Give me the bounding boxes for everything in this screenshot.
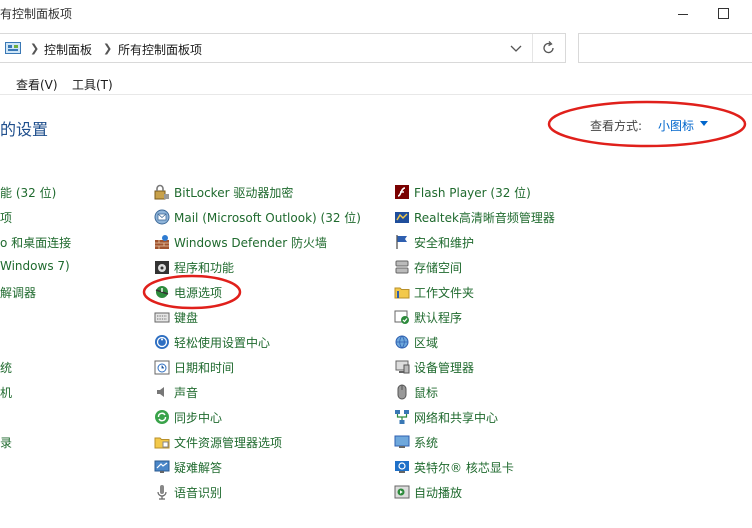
folder-options-icon [154, 437, 170, 449]
menu-tools[interactable]: 工具(T) [72, 76, 113, 93]
microphone-icon [157, 485, 167, 500]
minimize-icon [678, 14, 688, 15]
flash-icon [395, 185, 409, 199]
region-icon [395, 335, 409, 349]
ease-of-access-icon [155, 335, 169, 349]
breadcrumb-separator-icon[interactable]: ❯ [103, 42, 112, 55]
device-manager-icon [395, 360, 410, 374]
title-bar: 有控制面板项 [0, 0, 752, 30]
bitlocker-icon [154, 184, 169, 200]
control-panel-icon [5, 42, 21, 54]
default-programs-icon [394, 310, 409, 324]
maximize-icon [718, 8, 729, 19]
window-title: 有控制面板项 [0, 7, 73, 21]
breadcrumb-control-panel[interactable]: 控制面板 [44, 41, 92, 58]
realtek-icon [395, 212, 409, 223]
power-icon [155, 286, 169, 298]
sync-icon [155, 410, 169, 424]
breadcrumb-separator-icon[interactable]: ❯ [30, 42, 39, 55]
dropdown-arrow-icon[interactable] [700, 121, 708, 126]
view-by-dropdown[interactable]: 小图标 [658, 117, 694, 134]
minimize-button[interactable] [660, 0, 706, 30]
menu-view[interactable]: 查看(V) [16, 76, 58, 93]
maximize-button[interactable] [706, 0, 752, 30]
address-divider [532, 34, 533, 62]
red-annotation-circle-view-by [547, 100, 747, 148]
speaker-icon [157, 387, 164, 397]
menu-bar: 查看(V) 工具(T) [0, 70, 752, 95]
intel-graphics-icon [395, 461, 409, 473]
search-input[interactable] [578, 33, 752, 63]
chevron-down-icon[interactable] [506, 38, 526, 58]
autoplay-icon [394, 485, 410, 499]
programs-icon [155, 261, 169, 274]
view-by-label: 查看方式: [590, 119, 643, 133]
breadcrumb-all-items[interactable]: 所有控制面板项 [118, 41, 202, 58]
mail-icon [154, 209, 170, 225]
mouse-icon [397, 384, 407, 400]
network-icon [395, 410, 409, 424]
troubleshoot-icon [154, 460, 170, 473]
flag-icon [396, 235, 407, 249]
keyboard-icon [154, 312, 170, 323]
page-title: 的设置 [0, 120, 49, 139]
work-folders-icon [394, 287, 410, 299]
refresh-icon[interactable] [538, 38, 560, 58]
firewall-icon [155, 235, 169, 249]
storage-icon [395, 260, 409, 274]
clock-icon [154, 360, 170, 375]
address-bar[interactable]: ❯ 控制面板 ❯ 所有控制面板项 [0, 33, 566, 63]
system-icon [394, 435, 410, 448]
